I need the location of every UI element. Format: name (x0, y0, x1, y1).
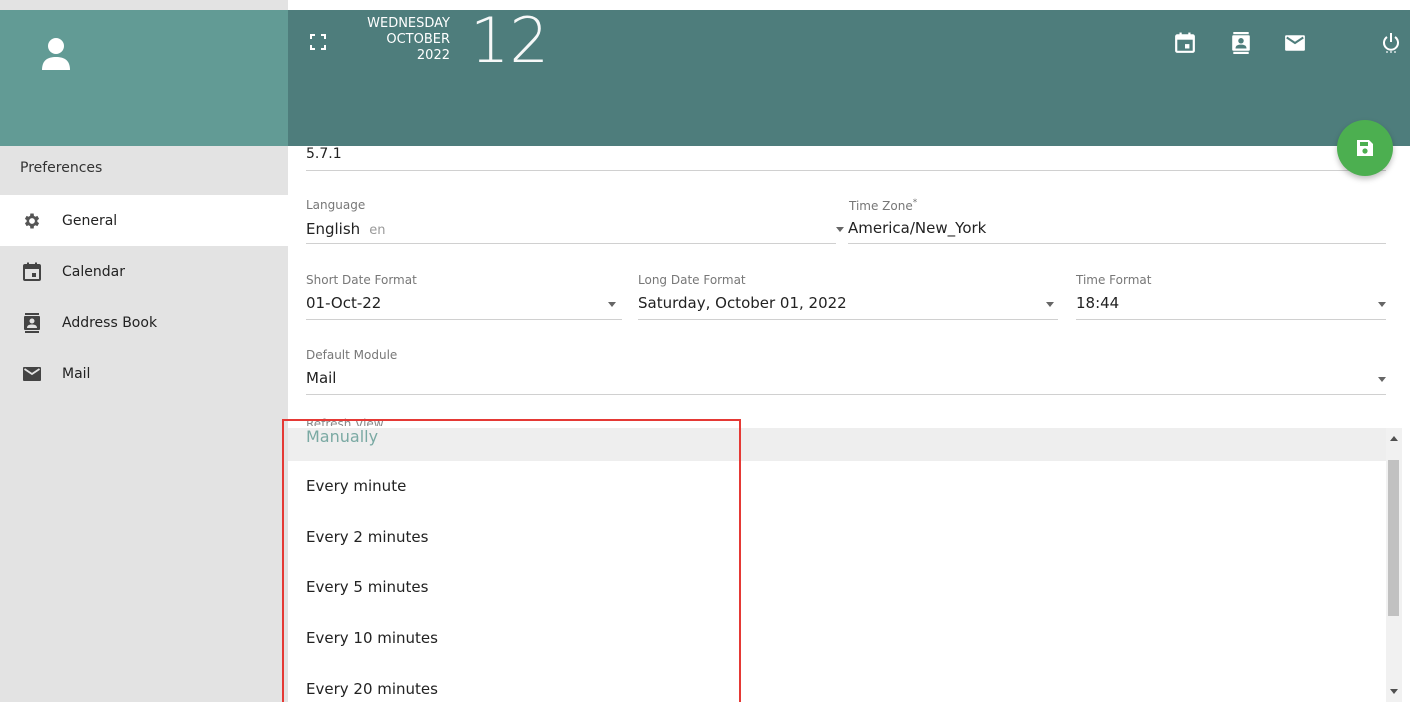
date-display: WEDNESDAY OCTOBER 2022 (348, 16, 450, 64)
refresh-option[interactable]: Every 20 minutes (288, 663, 1386, 702)
top-header: WEDNESDAY OCTOBER 2022 12 (288, 4, 1410, 146)
time-format-underline (1076, 319, 1386, 320)
refresh-view-label: Refresh View (306, 417, 384, 426)
option-label: Every minute (306, 477, 407, 496)
save-button[interactable] (1337, 120, 1393, 176)
refresh-option[interactable]: Every 2 minutes (288, 512, 1386, 563)
sidebar-item-calendar[interactable]: Calendar (0, 246, 288, 297)
fullscreen-icon[interactable] (310, 34, 326, 50)
language-label: Language (306, 198, 366, 212)
time-format-label: Time Format (1076, 273, 1152, 287)
sidebar-item-label: Address Book (62, 314, 158, 331)
day-number: 12 (470, 4, 549, 77)
refresh-option[interactable]: Every minute (288, 461, 1386, 512)
version-value: 5.7.1 (306, 146, 342, 162)
refresh-option[interactable]: Every 10 minutes (288, 613, 1386, 664)
chevron-down-icon[interactable] (1378, 377, 1386, 382)
gear-icon (24, 213, 40, 229)
sidebar-item-label: General (62, 212, 118, 229)
user-avatar-icon[interactable] (40, 36, 72, 72)
short-date-select[interactable]: 01-Oct-22 (306, 294, 622, 318)
calendar-icon (23, 262, 41, 281)
mail-icon (23, 367, 41, 381)
timezone-label: Time Zone* (849, 198, 918, 213)
sidebar-item-general[interactable]: General (0, 195, 288, 246)
sidebar-nav: General Calendar Address Book Mail (0, 195, 288, 399)
scrollbar-thumb[interactable] (1388, 460, 1399, 616)
address-book-icon (24, 313, 40, 333)
language-code: en (369, 223, 386, 238)
long-date-underline (638, 319, 1058, 320)
sidebar-item-address-book[interactable]: Address Book (0, 297, 288, 348)
default-module-label: Default Module (306, 348, 398, 362)
time-format-select[interactable]: 18:44 (1076, 294, 1386, 318)
calendar-icon[interactable] (1174, 32, 1196, 54)
month-label: OCTOBER (386, 32, 450, 47)
power-icon[interactable] (1380, 32, 1402, 54)
language-underline (306, 243, 836, 244)
refresh-option-selected[interactable]: Manually (288, 428, 1386, 461)
save-icon (1357, 140, 1373, 156)
option-label: Every 5 minutes (306, 578, 429, 597)
mail-icon[interactable] (1284, 32, 1306, 54)
scroll-up-arrow-icon[interactable] (1390, 436, 1398, 441)
sidebar: Preferences General Calendar Address Boo… (0, 0, 288, 702)
refresh-option[interactable]: Every 5 minutes (288, 562, 1386, 613)
language-value: English (306, 220, 361, 238)
short-date-label: Short Date Format (306, 273, 417, 287)
timezone-input[interactable]: America/New_York (848, 219, 1386, 243)
short-date-underline (306, 319, 622, 320)
refresh-view-dropdown[interactable]: Manually Every minute Every 2 minutes Ev… (288, 428, 1386, 702)
sidebar-item-label: Calendar (62, 263, 125, 280)
default-module-select[interactable]: Mail (306, 369, 1386, 393)
chevron-down-icon[interactable] (1378, 302, 1386, 307)
year-label: 2022 (416, 48, 450, 63)
app-window: Preferences General Calendar Address Boo… (0, 0, 1410, 702)
sidebar-item-mail[interactable]: Mail (0, 348, 288, 399)
default-module-underline (306, 394, 1386, 395)
sidebar-user-header (0, 10, 288, 146)
chevron-down-icon[interactable] (608, 302, 616, 307)
chevron-down-icon[interactable] (1046, 302, 1054, 307)
preferences-title: Preferences (20, 160, 103, 176)
sidebar-item-label: Mail (62, 365, 91, 382)
address-book-icon[interactable] (1230, 32, 1252, 54)
option-label: Every 10 minutes (306, 629, 438, 648)
scroll-down-arrow-icon[interactable] (1390, 689, 1398, 694)
option-label: Every 20 minutes (306, 679, 438, 698)
version-underline (306, 170, 1386, 171)
option-label: Manually (306, 428, 379, 446)
timezone-underline (848, 243, 1386, 244)
weekday-label: WEDNESDAY (367, 16, 450, 31)
chevron-down-icon[interactable] (836, 227, 844, 232)
language-select[interactable]: English en (306, 219, 836, 243)
long-date-select[interactable]: Saturday, October 01, 2022 (638, 294, 1058, 318)
option-label: Every 2 minutes (306, 527, 429, 546)
long-date-label: Long Date Format (638, 273, 746, 287)
